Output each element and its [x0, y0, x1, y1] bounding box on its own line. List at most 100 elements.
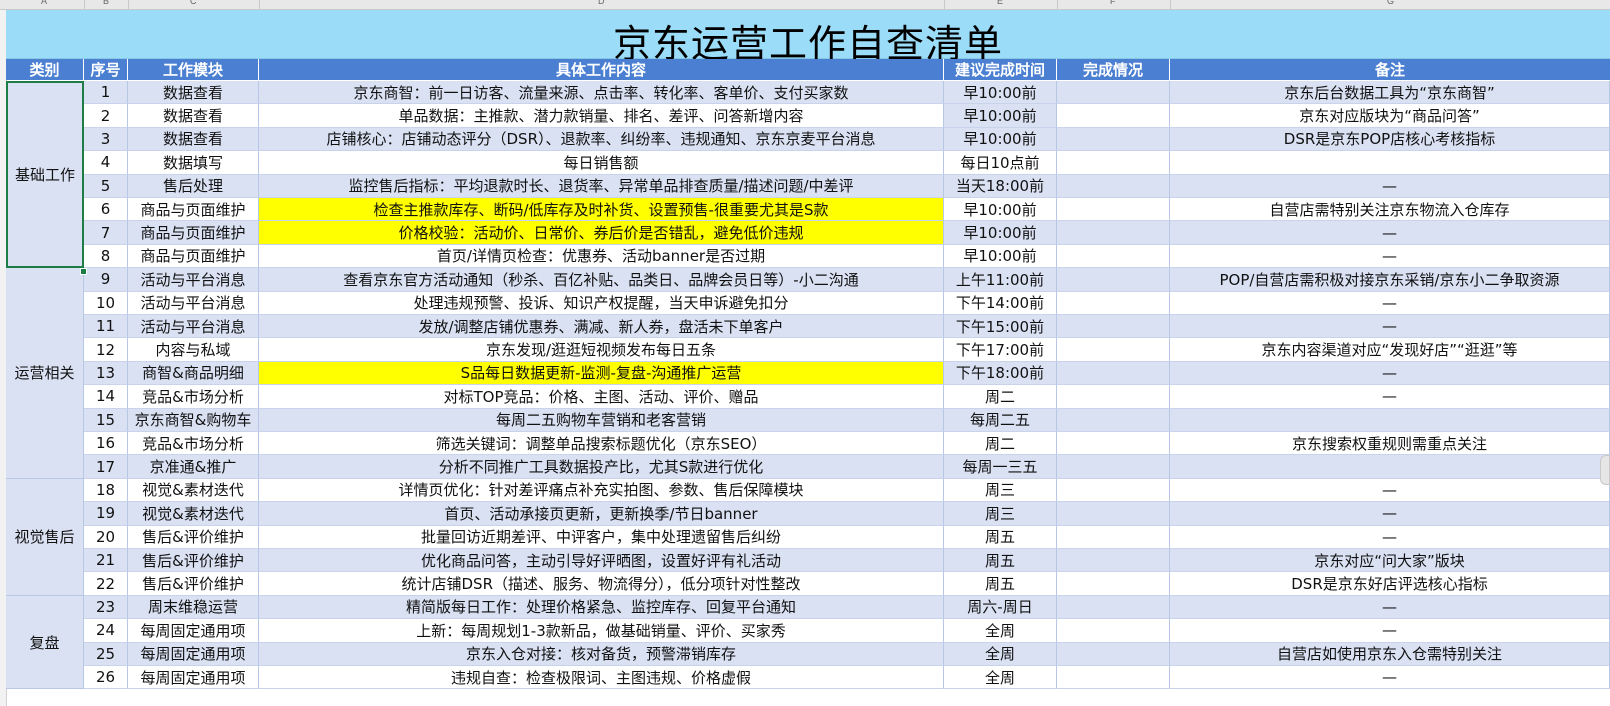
header-status[interactable]: 完成情况: [1057, 59, 1170, 80]
cell-status[interactable]: [1057, 151, 1170, 175]
header-content[interactable]: 具体工作内容: [259, 59, 944, 80]
cell-time[interactable]: 上午11:00前: [944, 268, 1057, 292]
cell-time[interactable]: 下午18:00前: [944, 361, 1057, 386]
cell-time[interactable]: 下午15:00前: [944, 315, 1057, 339]
cell-content[interactable]: 单品数据：主推款、潜力款销量、排名、差评、问答新增内容: [259, 104, 944, 128]
header-module[interactable]: 工作模块: [128, 59, 259, 80]
cell-time[interactable]: 周五: [944, 572, 1057, 596]
cell-remark[interactable]: 京东搜索权重规则需重点关注: [1170, 432, 1610, 456]
cell-time[interactable]: 当天18:00前: [944, 174, 1057, 198]
cell-no[interactable]: 10: [84, 291, 128, 315]
cell-content[interactable]: 每周二五购物车营销和老客营销: [259, 408, 944, 432]
fill-handle[interactable]: [80, 268, 87, 275]
cell-module[interactable]: 竞品&市场分析: [128, 385, 259, 409]
cell-module[interactable]: 数据查看: [128, 81, 259, 105]
cell-content[interactable]: 统计店铺DSR（描述、服务、物流得分），低分项针对性整改: [259, 572, 944, 596]
cell-remark[interactable]: [1170, 455, 1610, 479]
cell-status[interactable]: [1057, 315, 1170, 339]
cell-content[interactable]: 京东入仓对接：核对备货，预警滞销库存: [259, 642, 944, 666]
cell-no[interactable]: 6: [84, 198, 128, 222]
cell-status[interactable]: [1057, 666, 1170, 690]
cell-status[interactable]: [1057, 174, 1170, 198]
cell-status[interactable]: [1057, 198, 1170, 222]
cell-content[interactable]: 京东发现/逛逛短视频发布每日五条: [259, 338, 944, 362]
category-cell[interactable]: 视觉售后: [6, 478, 84, 596]
cell-module[interactable]: 视觉&素材迭代: [128, 478, 259, 503]
cell-content[interactable]: 处理违规预警、投诉、知识产权提醒，当天申诉避免扣分: [259, 291, 944, 315]
cell-status[interactable]: [1057, 361, 1170, 386]
column-letter[interactable]: D: [598, 0, 605, 6]
cell-time[interactable]: 全周: [944, 619, 1057, 643]
cell-time[interactable]: 早10:00前: [944, 244, 1057, 269]
cell-no[interactable]: 24: [84, 619, 128, 643]
cell-remark[interactable]: 京东内容渠道对应“发现好店”“逛逛”等: [1170, 338, 1610, 362]
column-letter[interactable]: G: [1387, 0, 1394, 6]
cell-remark[interactable]: [1170, 408, 1610, 432]
cell-content[interactable]: 每日销售额: [259, 151, 944, 175]
cell-status[interactable]: [1057, 221, 1170, 245]
cell-time[interactable]: 全周: [944, 642, 1057, 666]
cell-content[interactable]: 详情页优化：针对差评痛点补充实拍图、参数、售后保障模块: [259, 478, 944, 503]
column-separator[interactable]: [1057, 0, 1058, 9]
cell-remark[interactable]: 京东对应版块为“商品问答”: [1170, 104, 1610, 128]
cell-module[interactable]: 每周固定通用项: [128, 666, 259, 690]
cell-time[interactable]: 每日10点前: [944, 151, 1057, 175]
cell-status[interactable]: [1057, 549, 1170, 573]
cell-remark[interactable]: POP/自营店需积极对接京东采销/京东小二争取资源: [1170, 268, 1610, 292]
cell-remark[interactable]: —: [1170, 502, 1610, 526]
cell-remark[interactable]: —: [1170, 619, 1610, 643]
cell-module[interactable]: 视觉&素材迭代: [128, 502, 259, 526]
cell-status[interactable]: [1057, 291, 1170, 315]
cell-no[interactable]: 16: [84, 432, 128, 456]
cell-time[interactable]: 周二: [944, 432, 1057, 456]
cell-status[interactable]: [1057, 104, 1170, 128]
cell-module[interactable]: 数据填写: [128, 151, 259, 175]
column-letter[interactable]: F: [1110, 0, 1116, 6]
column-separator[interactable]: [128, 0, 129, 9]
header-no[interactable]: 序号: [84, 59, 128, 80]
cell-no[interactable]: 14: [84, 385, 128, 409]
cell-content[interactable]: 京东商智：前一日访客、流量来源、点击率、转化率、客单价、支付买家数: [259, 81, 944, 105]
cell-remark[interactable]: —: [1170, 525, 1610, 549]
cell-time[interactable]: 早10:00前: [944, 198, 1057, 222]
column-separator[interactable]: [1170, 0, 1171, 9]
cell-time[interactable]: 周五: [944, 549, 1057, 573]
cell-no[interactable]: 17: [84, 455, 128, 479]
cell-content[interactable]: 优化商品问答，主动引导好评晒图，设置好评有礼活动: [259, 549, 944, 573]
cell-content[interactable]: 查看京东官方活动通知（秒杀、百亿补贴、品类日、品牌会员日等）-小二沟通: [259, 268, 944, 292]
cell-status[interactable]: [1057, 455, 1170, 479]
cell-status[interactable]: [1057, 127, 1170, 152]
cell-no[interactable]: 1: [84, 81, 128, 105]
cell-content[interactable]: S品每日数据更新-监测-复盘-沟通推广运营: [259, 361, 944, 386]
cell-module[interactable]: 售后处理: [128, 174, 259, 198]
cell-remark[interactable]: DSR是京东好店评选核心指标: [1170, 572, 1610, 596]
cell-module[interactable]: 周末维稳运营: [128, 595, 259, 620]
cell-no[interactable]: 8: [84, 244, 128, 269]
cell-time[interactable]: 每周一三五: [944, 455, 1057, 479]
cell-remark[interactable]: —: [1170, 666, 1610, 690]
cell-module[interactable]: 京准通&推广: [128, 455, 259, 479]
cell-module[interactable]: 数据查看: [128, 127, 259, 152]
cell-time[interactable]: 全周: [944, 666, 1057, 690]
cell-time[interactable]: 周三: [944, 478, 1057, 503]
cell-module[interactable]: 商品与页面维护: [128, 221, 259, 245]
cell-no[interactable]: 22: [84, 572, 128, 596]
cell-module[interactable]: 商品与页面维护: [128, 198, 259, 222]
cell-remark[interactable]: 京东对应“问大家”版块: [1170, 549, 1610, 573]
cell-module[interactable]: 商智&商品明细: [128, 361, 259, 386]
cell-content[interactable]: 筛选关键词：调整单品搜索标题优化（京东SEO）: [259, 432, 944, 456]
cell-status[interactable]: [1057, 595, 1170, 620]
cell-time[interactable]: 下午14:00前: [944, 291, 1057, 315]
column-separator[interactable]: [259, 0, 260, 9]
cell-no[interactable]: 12: [84, 338, 128, 362]
header-category[interactable]: 类别: [6, 59, 84, 80]
cell-remark[interactable]: —: [1170, 595, 1610, 620]
cell-remark[interactable]: —: [1170, 221, 1610, 245]
cell-time[interactable]: 下午17:00前: [944, 338, 1057, 362]
cell-status[interactable]: [1057, 572, 1170, 596]
cell-content[interactable]: 违规自查：检查极限词、主图违规、价格虚假: [259, 666, 944, 690]
cell-module[interactable]: 售后&评价维护: [128, 549, 259, 573]
cell-remark[interactable]: DSR是京东POP店核心考核指标: [1170, 127, 1610, 152]
cell-remark[interactable]: —: [1170, 361, 1610, 386]
cell-content[interactable]: 分析不同推广工具数据投产比，尤其S款进行优化: [259, 455, 944, 479]
